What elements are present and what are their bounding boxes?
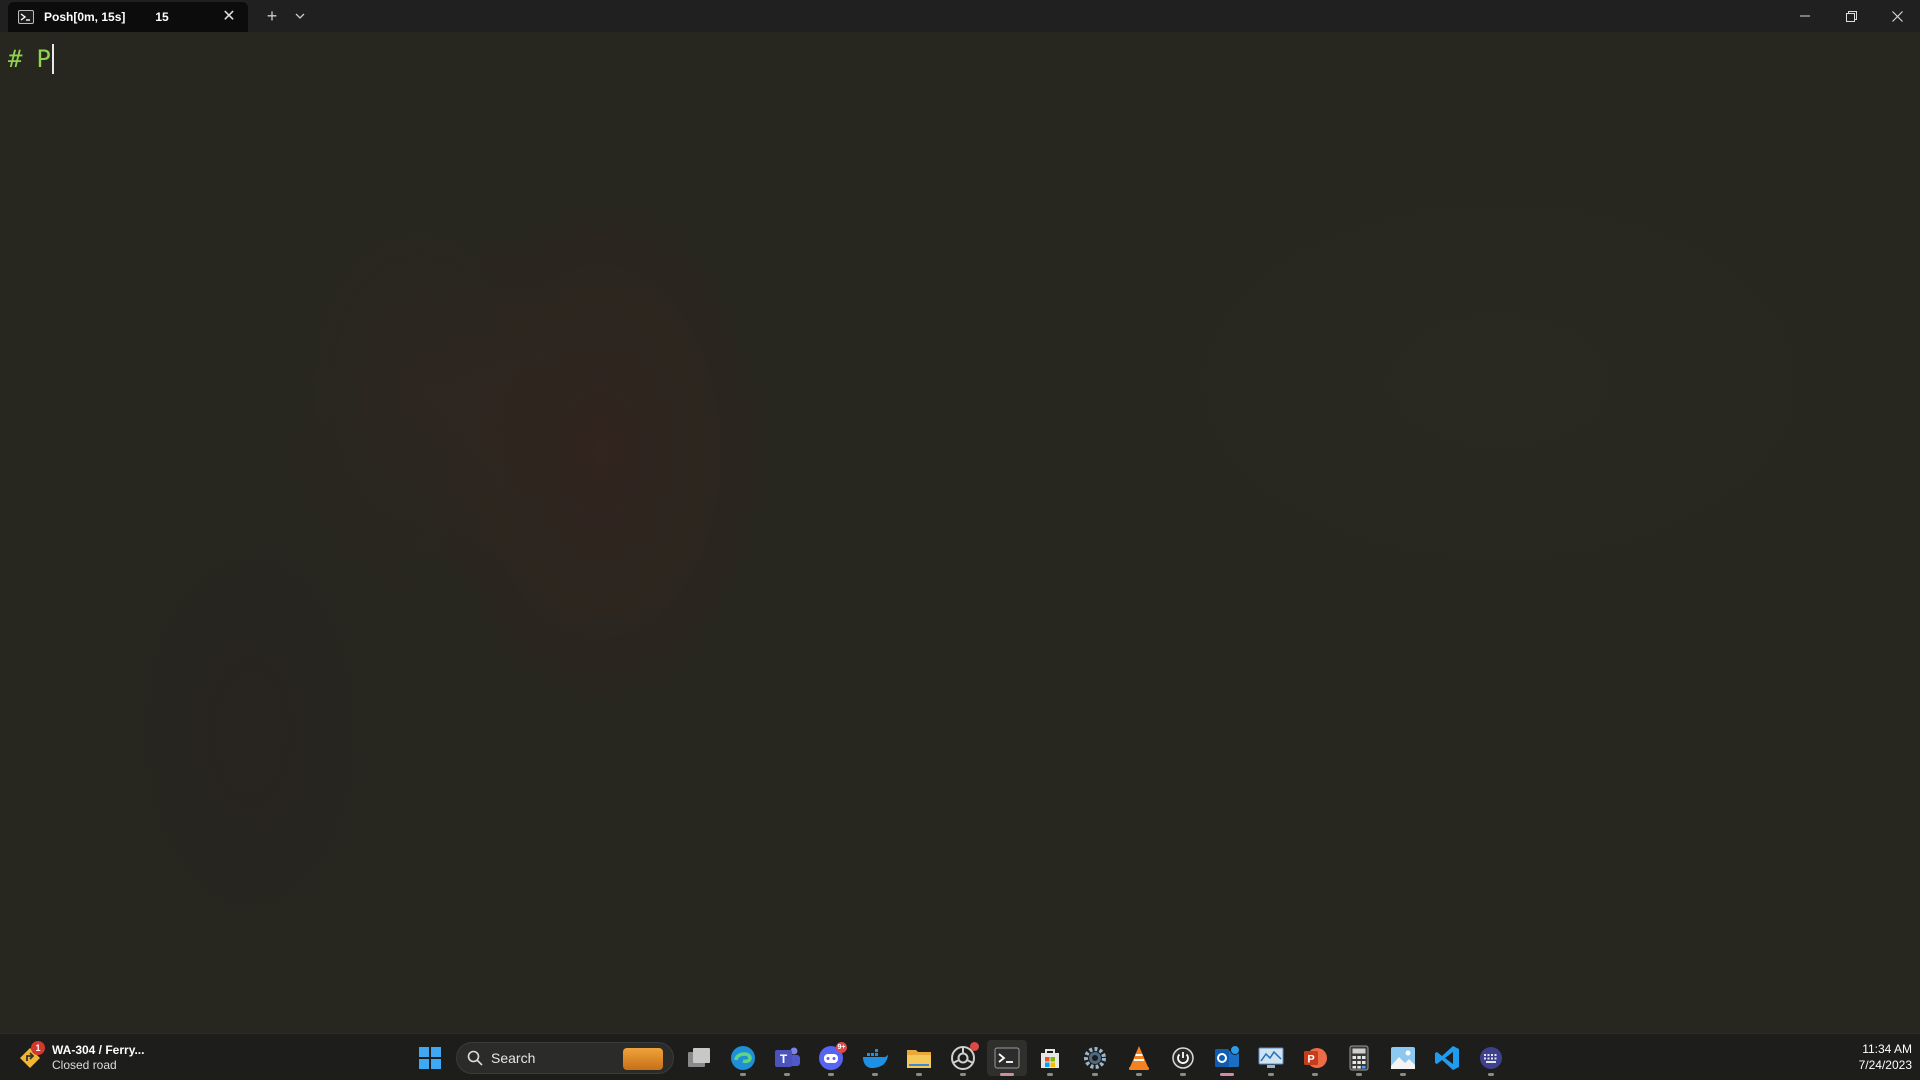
taskbar-app-photos[interactable] [1385, 1040, 1421, 1076]
taskbar-app-terminal[interactable] [987, 1040, 1027, 1076]
taskbar: 1 WA-304 / Ferry... Closed road Search T… [0, 1033, 1920, 1080]
terminal-pane[interactable]: # P [0, 32, 1920, 1033]
attention-indicator [1220, 1073, 1234, 1076]
taskbar-app-file-explorer[interactable] [901, 1040, 937, 1076]
search-label: Search [491, 1050, 536, 1066]
keyboard-icon [1480, 1047, 1502, 1069]
running-indicator [1356, 1073, 1362, 1076]
powerpoint-icon: P [1304, 1048, 1327, 1068]
store-icon [1041, 1049, 1059, 1068]
running-indicator [1312, 1073, 1318, 1076]
edge-icon [731, 1046, 755, 1070]
taskbar-app-discord[interactable]: 9+ [813, 1040, 849, 1076]
tab-close-button[interactable]: ✕ [220, 8, 238, 26]
search-highlight-icon [623, 1048, 663, 1070]
taskbar-app-keyboard[interactable] [1473, 1040, 1509, 1076]
tab-title: Posh[0m, 15s] [44, 10, 126, 24]
tab-dropdown-button[interactable] [290, 6, 310, 26]
restore-icon [1845, 10, 1857, 22]
close-window-button[interactable] [1874, 0, 1920, 32]
running-indicator [1400, 1073, 1406, 1076]
taskbar-app-monitor[interactable] [1253, 1040, 1289, 1076]
clock-time: 11:34 AM [1862, 1042, 1912, 1056]
running-indicator [1136, 1073, 1142, 1076]
monitor-icon [1258, 1047, 1284, 1068]
close-icon [1891, 10, 1903, 22]
prompt-line: # P [8, 44, 54, 74]
widget-subtitle: Closed road [52, 1058, 117, 1072]
start-button[interactable] [412, 1040, 448, 1076]
settings-icon [1084, 1047, 1106, 1069]
running-indicator [828, 1073, 834, 1076]
traffic-icon: 1 [16, 1041, 45, 1072]
taskbar-app-edge[interactable] [725, 1040, 761, 1076]
svg-text:P: P [1307, 1054, 1314, 1066]
running-indicator [1092, 1073, 1098, 1076]
taskbar-app-outlook[interactable] [1209, 1040, 1245, 1076]
running-indicator [872, 1073, 878, 1076]
taskbar-app-calculator[interactable] [1341, 1040, 1377, 1076]
task-view-button[interactable] [681, 1040, 717, 1076]
taskbar-app-store[interactable] [1032, 1040, 1068, 1076]
taskbar-search[interactable]: Search [456, 1042, 674, 1074]
windows-start-icon [419, 1047, 441, 1069]
clock-date: 7/24/2023 [1858, 1058, 1912, 1072]
vlc-icon [1129, 1046, 1149, 1070]
widget-badge: 1 [31, 1041, 45, 1055]
svg-text:T: T [780, 1052, 788, 1066]
running-indicator [1047, 1073, 1053, 1076]
search-icon [467, 1050, 483, 1066]
running-indicator [1180, 1073, 1186, 1076]
terminal-icon [994, 1047, 1020, 1069]
running-indicator [1268, 1073, 1274, 1076]
title-bar: Posh[0m, 15s] 15 ✕ + [0, 0, 1920, 32]
vscode-icon [1435, 1046, 1459, 1070]
widget-title: WA-304 / Ferry... [52, 1043, 145, 1057]
restore-button[interactable] [1828, 0, 1874, 32]
notification-badge: 9+ [836, 1042, 847, 1053]
tab-count: 15 [155, 10, 169, 24]
taskbar-app-powerpoint[interactable]: P [1297, 1040, 1333, 1076]
prompt-symbol: # [8, 45, 23, 73]
minimize-button[interactable] [1782, 0, 1828, 32]
running-indicator [916, 1073, 922, 1076]
command-input[interactable]: P [36, 45, 50, 73]
power-icon [1172, 1047, 1194, 1069]
minimize-icon [1800, 15, 1810, 17]
calculator-icon [1349, 1045, 1369, 1071]
running-indicator [784, 1073, 790, 1076]
teams-icon: T [775, 1047, 800, 1067]
powershell-icon [18, 9, 34, 25]
running-indicator [1488, 1073, 1494, 1076]
taskbar-app-teams[interactable]: T [769, 1040, 805, 1076]
taskbar-app-vscode[interactable] [1429, 1040, 1465, 1076]
taskbar-app-vlc[interactable] [1121, 1040, 1157, 1076]
traffic-widget[interactable]: 1 WA-304 / Ferry... Closed road [16, 1039, 144, 1077]
task-view-icon [688, 1048, 710, 1067]
taskbar-app-chromium[interactable] [945, 1040, 981, 1076]
active-indicator [1000, 1073, 1014, 1076]
new-tab-button[interactable]: + [262, 6, 282, 26]
tab-posh[interactable]: Posh[0m, 15s] 15 ✕ [8, 2, 248, 32]
running-indicator [960, 1073, 966, 1076]
outlook-icon [1215, 1045, 1240, 1067]
taskbar-app-settings[interactable] [1077, 1040, 1113, 1076]
file-explorer-icon [907, 1050, 931, 1068]
running-indicator [740, 1073, 746, 1076]
docker-icon [863, 1049, 888, 1068]
chevron-down-icon [295, 13, 305, 19]
notification-dot [970, 1042, 979, 1051]
text-cursor [51, 44, 54, 74]
taskbar-app-docker[interactable] [857, 1040, 893, 1076]
taskbar-app-power[interactable] [1165, 1040, 1201, 1076]
system-clock[interactable]: 11:34 AM 7/24/2023 [1828, 1041, 1912, 1073]
photos-icon [1391, 1047, 1415, 1069]
